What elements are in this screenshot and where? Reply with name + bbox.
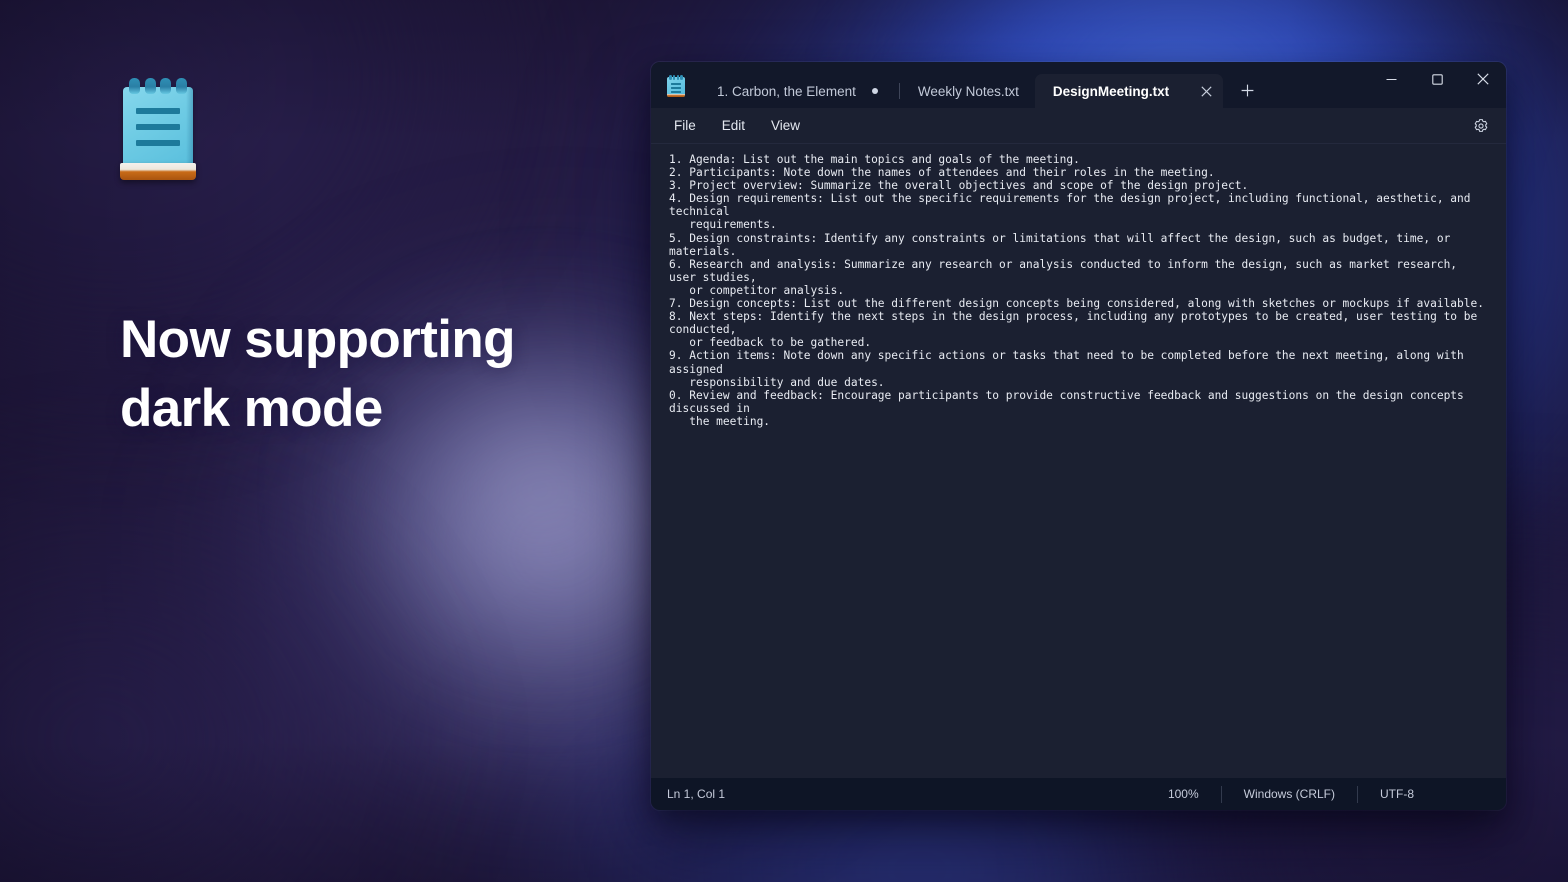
text-editor-area[interactable]: 1. Agenda: List out the main topics and … [651,143,1506,778]
status-encoding[interactable]: UTF-8 [1357,785,1506,803]
tab-weekly-notes[interactable]: Weekly Notes.txt [900,74,1035,108]
notepad-icon-base [120,163,196,180]
status-zoom-level[interactable]: 100% [1154,786,1221,803]
notepad-icon-lines [136,108,180,156]
status-line-endings[interactable]: Windows (CRLF) [1220,785,1357,803]
new-tab-button[interactable] [1231,74,1263,106]
menu-bar: File Edit View [651,108,1506,143]
tab-label: 1. Carbon, the Element [717,83,856,99]
plus-icon [1241,84,1254,96]
window-titlebar: 1. Carbon, the Element Weekly Notes.txt … [651,62,1506,108]
promo-panel: Now supporting dark mode [120,78,590,444]
tab-modified-indicator [871,88,878,94]
promo-headline: Now supporting dark mode [120,306,590,444]
status-bar: Ln 1, Col 1 100% Windows (CRLF) UTF-8 [651,778,1506,810]
menu-item-file[interactable]: File [661,113,709,138]
tab-carbon-the-element[interactable]: 1. Carbon, the Element [699,74,900,108]
bg-glow-bottom-left [0,420,480,882]
tab-label: Weekly Notes.txt [917,83,1019,99]
promo-headline-line-1: Now supporting [120,310,516,369]
gear-icon[interactable] [1468,113,1494,139]
editor-content[interactable]: 1. Agenda: List out the main topics and … [669,153,1490,428]
minimize-button[interactable] [1368,62,1414,96]
close-icon [1477,73,1489,85]
notepad-icon-rings [129,78,187,94]
notepad-window: 1. Carbon, the Element Weekly Notes.txt … [651,62,1506,810]
menu-item-view[interactable]: View [758,113,813,138]
maximize-button[interactable] [1414,62,1460,96]
notepad-app-icon [667,75,685,97]
minimize-icon [1386,78,1396,80]
close-button[interactable] [1460,62,1506,96]
menu-item-edit[interactable]: Edit [709,113,758,138]
status-cursor-position: Ln 1, Col 1 [667,787,726,801]
tab-label: DesignMeeting.txt [1052,83,1170,99]
close-icon[interactable] [1193,78,1219,104]
tab-design-meeting[interactable]: DesignMeeting.txt [1034,74,1224,108]
tab-strip: 1. Carbon, the Element Weekly Notes.txt … [699,62,1368,108]
promo-headline-line-2: dark mode [120,378,383,438]
maximize-icon [1431,73,1443,85]
status-bar-right: 100% Windows (CRLF) UTF-8 [1154,778,1506,810]
window-controls [1368,62,1506,108]
notepad-icon [120,78,196,180]
